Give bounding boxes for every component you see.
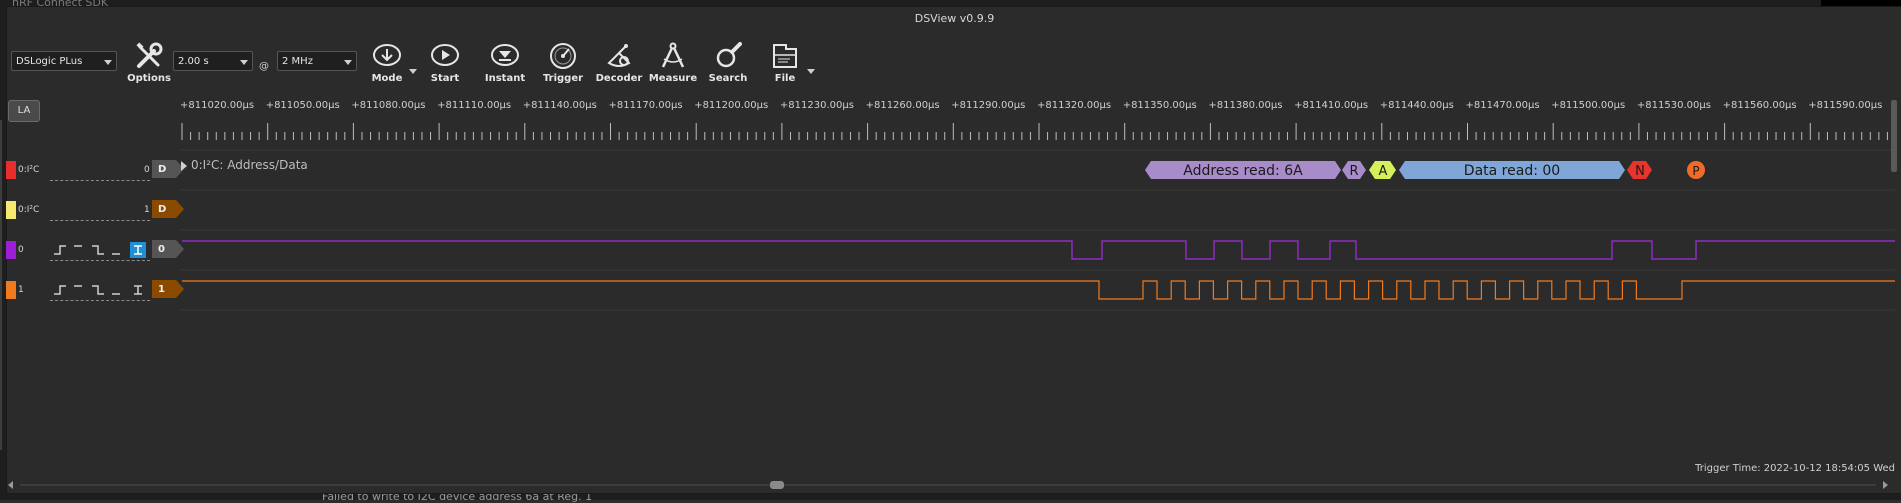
channel-2-name: 0 xyxy=(18,245,24,255)
channel-3-name: 1 xyxy=(18,285,24,295)
channel-2-tag[interactable] xyxy=(152,240,184,258)
channel-2-tag-label: 0 xyxy=(158,244,165,255)
channel-0-tag-label: D xyxy=(158,164,167,175)
channel-1-tag[interactable] xyxy=(152,200,184,218)
channel-0-color-chip[interactable] xyxy=(6,161,16,179)
scroll-left-icon[interactable] xyxy=(8,481,13,489)
any-edge-icon[interactable] xyxy=(134,285,142,295)
ack-annotation-label: A xyxy=(1379,164,1388,179)
rising-edge-icon[interactable] xyxy=(54,245,66,255)
address-annotation-label: Address read: 6A xyxy=(1183,163,1303,179)
channel-1-tag-label: D xyxy=(158,204,167,215)
channel-0-tag[interactable] xyxy=(152,160,184,178)
channel-0-index: 0 xyxy=(144,165,150,175)
rising-edge-icon[interactable] xyxy=(54,285,66,295)
stop-annotation-label: P xyxy=(1692,164,1699,178)
falling-edge-icon[interactable] xyxy=(92,285,104,295)
channel-2-dash-line xyxy=(50,260,150,261)
vertical-scrollbar[interactable] xyxy=(1891,100,1897,172)
sda-waveform xyxy=(182,240,1895,260)
data-annotation-label: Data read: 00 xyxy=(1464,163,1560,179)
channel-1-dash-line xyxy=(50,220,150,221)
channel-0-name: 0:I²C xyxy=(18,165,40,175)
scroll-right-icon[interactable] xyxy=(1883,481,1888,489)
panel-divider xyxy=(0,120,2,450)
nack-annotation-label: N xyxy=(1635,164,1645,179)
channel-2-trigger-options[interactable] xyxy=(54,242,146,258)
channel-3-tag[interactable] xyxy=(152,280,184,298)
channel-3-color-chip[interactable] xyxy=(6,281,16,299)
channel-1-index: 1 xyxy=(144,205,150,215)
channel-3-trigger-options[interactable] xyxy=(54,282,146,298)
channel-1-color-chip[interactable] xyxy=(6,201,16,219)
decoder-expand-icon[interactable] xyxy=(181,161,187,171)
scrollbar-thumb[interactable] xyxy=(770,481,784,489)
channel-0-dash-line xyxy=(50,180,150,181)
scl-waveform xyxy=(182,280,1895,300)
falling-edge-icon[interactable] xyxy=(92,245,104,255)
scrollbar-track[interactable] xyxy=(20,484,1876,486)
channel-3-tag-label: 1 xyxy=(158,284,165,295)
waveform-area[interactable]: Address read: 6A R A Data read: 00 N P xyxy=(0,0,1901,500)
trigger-time: Trigger Time: 2022-10-12 18:54:05 Wed xyxy=(1695,463,1895,474)
channel-1-name: 0:I²C xyxy=(18,205,40,215)
horizontal-scrollbar[interactable] xyxy=(8,480,1888,490)
channel-2-color-chip[interactable] xyxy=(6,241,16,259)
channel-3-dash-line xyxy=(50,300,150,301)
rw-annotation-label: R xyxy=(1349,164,1358,179)
decoder-row-title: 0:I²C: Address/Data xyxy=(191,158,308,172)
